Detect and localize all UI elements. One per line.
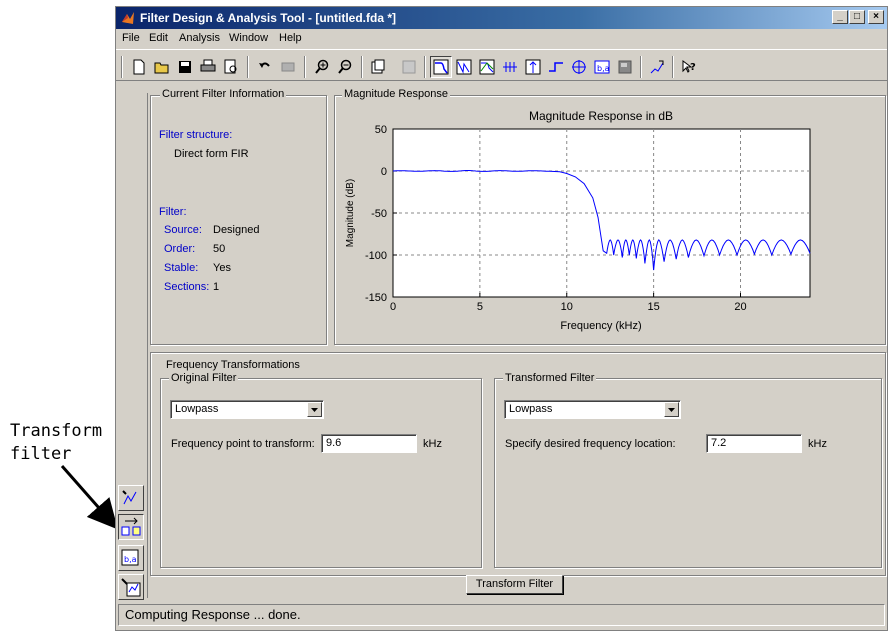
menu-bar: File Edit Analysis Window Help	[116, 29, 887, 49]
status-bar: Computing Response ... done.	[118, 604, 885, 626]
group-delay-icon[interactable]	[499, 56, 521, 78]
svg-text:b,a: b,a	[124, 555, 137, 564]
y-tick-label: -50	[371, 208, 387, 220]
filter-coefficients-icon[interactable]: b,a	[591, 56, 613, 78]
filter-info-icon[interactable]	[614, 56, 636, 78]
full-view-icon[interactable]	[367, 56, 389, 78]
import-filter-button[interactable]: b,a	[118, 545, 144, 571]
menu-file[interactable]: File	[122, 32, 140, 44]
order-value: 50	[213, 243, 225, 255]
legend-icon[interactable]	[398, 56, 420, 78]
pole-zero-icon[interactable]	[568, 56, 590, 78]
original-filter-legend: Original Filter	[169, 372, 238, 384]
desired-frequency-unit: kHz	[808, 438, 827, 450]
frequency-point-unit: kHz	[423, 438, 442, 450]
transform-filter-button[interactable]	[118, 514, 144, 540]
frequency-point-input[interactable]: 9.6	[321, 434, 417, 453]
transform-filter-button-main[interactable]: Transform Filter	[466, 575, 563, 594]
filter-structure-value: Direct form FIR	[174, 148, 249, 160]
open-icon[interactable]	[151, 56, 173, 78]
undo-icon[interactable]	[254, 56, 276, 78]
source-label: Source:	[164, 224, 202, 236]
maximize-button[interactable]: □	[849, 10, 865, 24]
svg-text:b,a: b,a	[597, 64, 610, 73]
toolbar-separator	[361, 56, 363, 78]
y-tick-label: 50	[375, 124, 387, 136]
print-icon[interactable]	[197, 56, 219, 78]
stable-value: Yes	[213, 262, 231, 274]
save-icon[interactable]	[174, 56, 196, 78]
toolbar-separator	[672, 56, 674, 78]
x-tick-label: 10	[561, 301, 573, 313]
transformed-filter-type-value: Lowpass	[509, 403, 552, 415]
fdatool-window: Filter Design & Analysis Tool - [untitle…	[115, 6, 888, 631]
toolbar-separator	[640, 56, 642, 78]
close-button[interactable]: ×	[868, 10, 884, 24]
menu-window[interactable]: Window	[229, 32, 268, 44]
sections-value: 1	[213, 281, 219, 293]
impulse-response-icon[interactable]	[522, 56, 544, 78]
pole-zero-editor-button[interactable]	[118, 574, 144, 600]
frequency-transformations-legend: Frequency Transformations	[164, 359, 302, 371]
whats-this-icon[interactable]: ?	[678, 56, 700, 78]
desired-frequency-label: Specify desired frequency location:	[505, 438, 676, 450]
design-filter-button[interactable]	[118, 485, 144, 511]
realize-model-icon[interactable]	[646, 56, 668, 78]
side-toolbar: b,a	[116, 93, 148, 598]
filter-structure-label: Filter structure:	[159, 129, 232, 141]
toolbar-separator	[247, 56, 249, 78]
x-tick-label: 5	[477, 301, 483, 313]
y-axis-label: Magnitude (dB)	[345, 179, 356, 247]
magnitude-plot[interactable]: 0 5 10 15 20 50 0 -50 -100 -150 Magnitude Respons…	[336, 103, 886, 343]
magnitude-response-icon[interactable]	[430, 56, 452, 78]
chevron-down-icon[interactable]	[307, 402, 322, 417]
x-axis-label: Frequency (kHz)	[560, 320, 641, 332]
menu-help[interactable]: Help	[279, 32, 302, 44]
redo-icon[interactable]	[277, 56, 299, 78]
y-tick-label: -150	[365, 292, 387, 304]
toolbar-separator	[304, 56, 306, 78]
chevron-down-icon[interactable]	[664, 402, 679, 417]
phase-response-icon[interactable]	[453, 56, 475, 78]
original-filter-type-value: Lowpass	[175, 403, 218, 415]
y-tick-label: -100	[365, 250, 387, 262]
menu-analysis[interactable]: Analysis	[179, 32, 220, 44]
order-label: Order:	[164, 243, 195, 255]
svg-text:?: ?	[690, 62, 696, 73]
title-bar[interactable]: Filter Design & Analysis Tool - [untitle…	[116, 7, 887, 29]
toolbar: b,a ?	[116, 49, 887, 81]
print-preview-icon[interactable]	[220, 56, 242, 78]
original-filter-type-select[interactable]: Lowpass	[170, 400, 324, 419]
source-value: Designed	[213, 224, 259, 236]
x-tick-label: 20	[734, 301, 746, 313]
zoom-out-icon[interactable]	[334, 56, 356, 78]
zoom-in-icon[interactable]	[311, 56, 333, 78]
transform-filter-annotation: Transform filter	[10, 420, 110, 466]
desired-frequency-input[interactable]: 7.2	[706, 434, 802, 453]
x-tick-label: 15	[648, 301, 660, 313]
transformed-filter-type-select[interactable]: Lowpass	[504, 400, 681, 419]
new-icon[interactable]	[128, 56, 150, 78]
matlab-icon	[120, 10, 136, 26]
stable-label: Stable:	[164, 262, 198, 274]
y-tick-label: 0	[381, 166, 387, 178]
magnitude-phase-icon[interactable]	[476, 56, 498, 78]
toolbar-grip	[121, 56, 123, 78]
plot-title: Magnitude Response in dB	[529, 109, 673, 123]
window-title: Filter Design & Analysis Tool - [untitle…	[140, 11, 396, 25]
menu-edit[interactable]: Edit	[149, 32, 168, 44]
filter-label: Filter:	[159, 206, 187, 218]
sections-label: Sections:	[164, 281, 209, 293]
current-filter-legend: Current Filter Information	[160, 88, 286, 100]
minimize-button[interactable]: _	[832, 10, 848, 24]
transformed-filter-legend: Transformed Filter	[503, 372, 596, 384]
frequency-point-label: Frequency point to transform:	[171, 438, 315, 450]
magnitude-response-legend: Magnitude Response	[342, 88, 450, 100]
x-tick-label: 0	[390, 301, 396, 313]
step-response-icon[interactable]	[545, 56, 567, 78]
toolbar-separator	[424, 56, 426, 78]
